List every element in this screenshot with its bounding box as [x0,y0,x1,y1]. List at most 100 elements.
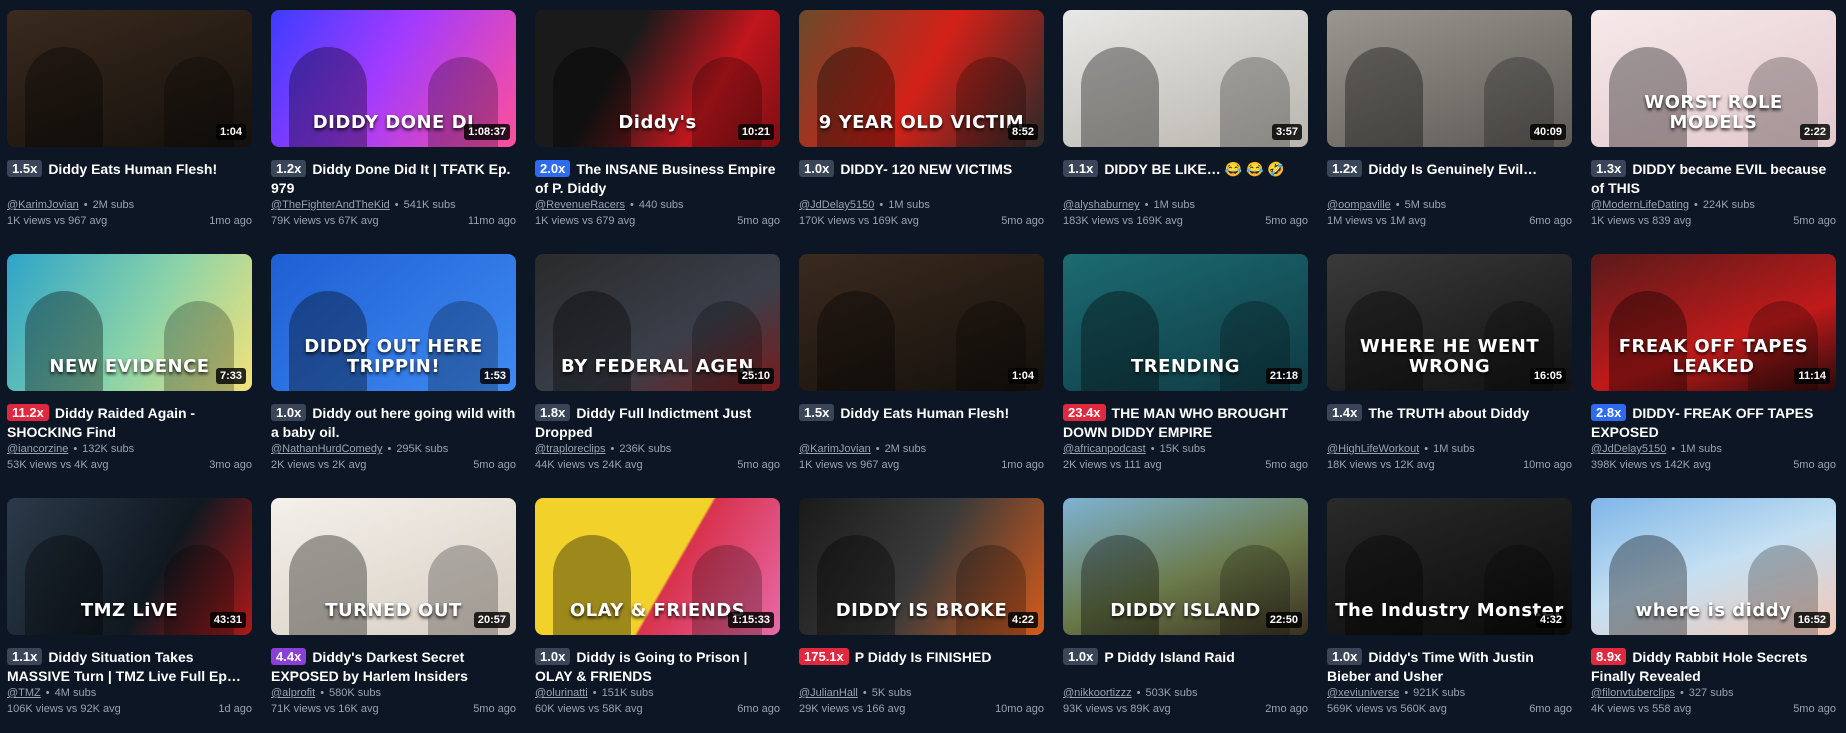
channel-link[interactable]: @xeviuniverse [1327,687,1399,699]
channel-link[interactable]: @filonvtuberclips [1591,687,1675,699]
video-title-row[interactable]: 1.8x Diddy Full Indictment Just Dropped [535,404,780,442]
video-card[interactable]: 1:04 1.5x Diddy Eats Human Flesh! @KarimJ… [7,10,252,236]
video-title[interactable]: DIDDY became EVIL because of THIS [1591,161,1826,196]
video-title-row[interactable]: 1.4x The TRUTH about Diddy [1327,404,1572,442]
channel-link[interactable]: @JdDelay5150 [1591,443,1666,455]
channel-link[interactable]: @TheFighterAndTheKid [271,199,390,211]
channel-link[interactable]: @TMZ [7,687,41,699]
channel-line: @ModernLifeDating • 224K subs [1591,198,1836,213]
video-card[interactable]: DIDDY DONE DI 1:08:37 1.2x Diddy Done Did… [271,10,516,236]
video-card[interactable]: BY FEDERAL AGEN 25:10 1.8x Diddy Full Ind… [535,254,780,480]
video-title[interactable]: Diddy Is Genuinely Evil… [1368,161,1537,177]
video-title-row[interactable]: 1.2x Diddy Done Did It | TFATK Ep. 979 [271,160,516,198]
channel-link[interactable]: @HighLifeWorkout [1327,443,1419,455]
video-thumbnail[interactable]: OLAY & FRIENDS 1:15:33 [535,498,780,635]
video-thumbnail[interactable]: 1:04 [799,254,1044,391]
channel-link[interactable]: @oompaville [1327,199,1391,211]
video-title-row[interactable]: 4.4x Diddy's Darkest Secret EXPOSED by Ha… [271,648,516,686]
video-card[interactable]: DIDDY ISLAND 22:50 1.0x P Diddy Island Ra… [1063,498,1308,724]
channel-link[interactable]: @alyshaburney [1063,199,1140,211]
channel-link[interactable]: @traploreclips [535,443,605,455]
video-title[interactable]: DIDDY- 120 NEW VICTIMS [840,161,1012,177]
video-thumbnail[interactable]: FREAK OFF TAPES LEAKED 11:14 [1591,254,1836,391]
video-title-row[interactable]: 1.0x Diddy's Time With Justin Bieber and … [1327,648,1572,686]
channel-link[interactable]: @NathanHurdComedy [271,443,382,455]
video-title[interactable]: P Diddy Is FINISHED [855,649,992,665]
video-thumbnail[interactable]: Diddy's 10:21 [535,10,780,147]
video-thumbnail[interactable]: The Industry Monster 4:32 [1327,498,1572,635]
video-thumbnail[interactable]: DIDDY IS BROKE 4:22 [799,498,1044,635]
video-title-row[interactable]: 1.5x Diddy Eats Human Flesh! [799,404,1044,442]
video-title[interactable]: Diddy Done Did It | TFATK Ep. 979 [271,161,510,196]
video-card[interactable]: 1:04 1.5x Diddy Eats Human Flesh! @KarimJ… [799,254,1044,480]
video-card[interactable]: TRENDING 21:18 23.4x THE MAN WHO BROUGHT … [1063,254,1308,480]
channel-link[interactable]: @JulianHall [799,687,858,699]
channel-line: @alyshaburney • 1M subs [1063,198,1308,213]
video-thumbnail[interactable]: BY FEDERAL AGEN 25:10 [535,254,780,391]
channel-link[interactable]: @iancorzine [7,443,68,455]
video-thumbnail[interactable]: DIDDY ISLAND 22:50 [1063,498,1308,635]
video-title-row[interactable]: 23.4x THE MAN WHO BROUGHT DOWN DIDDY EMPI… [1063,404,1308,442]
video-title[interactable]: The TRUTH about Diddy [1368,405,1529,421]
video-title-row[interactable]: 1.5x Diddy Eats Human Flesh! [7,160,252,198]
channel-link[interactable]: @RevenueRacers [535,199,625,211]
video-title-row[interactable]: 8.9x Diddy Rabbit Hole Secrets Finally Re… [1591,648,1836,686]
video-card[interactable]: 9 YEAR OLD VICTIM 8:52 1.0x DIDDY- 120 NE… [799,10,1044,236]
video-card[interactable]: DIDDY OUT HERE TRIPPIN! 1:53 1.0x Diddy o… [271,254,516,480]
video-thumbnail[interactable]: DIDDY DONE DI 1:08:37 [271,10,516,147]
channel-link[interactable]: @nikkoortizzz [1063,687,1132,699]
video-thumbnail[interactable]: DIDDY OUT HERE TRIPPIN! 1:53 [271,254,516,391]
video-thumbnail[interactable]: NEW EVIDENCE 7:33 [7,254,252,391]
video-title-row[interactable]: 1.1x DIDDY BE LIKE… 😂 😂 🤣 [1063,160,1308,198]
video-thumbnail[interactable]: WHERE HE WENT WRONG 16:05 [1327,254,1572,391]
video-title-row[interactable]: 1.1x Diddy Situation Takes MASSIVE Turn |… [7,648,252,686]
video-title-row[interactable]: 1.0x DIDDY- 120 NEW VICTIMS [799,160,1044,198]
channel-link[interactable]: @JdDelay5150 [799,199,874,211]
video-thumbnail[interactable]: WORST ROLE MODELS 2:22 [1591,10,1836,147]
video-title-row[interactable]: 2.0x The INSANE Business Empire of P. Did… [535,160,780,198]
video-card[interactable]: where is diddy 16:52 8.9x Diddy Rabbit Ho… [1591,498,1836,724]
channel-link[interactable]: @alprofit [271,687,315,699]
video-title-row[interactable]: 1.3x DIDDY became EVIL because of THIS [1591,160,1836,198]
channel-link[interactable]: @KarimJovian [799,443,871,455]
subscriber-count: 580K subs [329,687,382,699]
video-title[interactable]: Diddy Situation Takes MASSIVE Turn | TMZ… [7,649,241,684]
video-title[interactable]: Diddy out here going wild with a baby oi… [271,405,515,440]
video-card[interactable]: The Industry Monster 4:32 1.0x Diddy's Ti… [1327,498,1572,724]
video-title[interactable]: Diddy Eats Human Flesh! [840,405,1009,421]
video-thumbnail[interactable]: TURNED OUT 20:57 [271,498,516,635]
video-title-row[interactable]: 1.0x Diddy out here going wild with a bab… [271,404,516,442]
video-title-row[interactable]: 1.0x Diddy is Going to Prison | OLAY & FR… [535,648,780,686]
video-card[interactable]: 3:57 1.1x DIDDY BE LIKE… 😂 😂 🤣 @alyshabur… [1063,10,1308,236]
channel-link[interactable]: @KarimJovian [7,199,79,211]
video-thumbnail[interactable]: TMZ LiVE 43:31 [7,498,252,635]
channel-link[interactable]: @olurinatti [535,687,588,699]
video-card[interactable]: FREAK OFF TAPES LEAKED 11:14 2.8x DIDDY- … [1591,254,1836,480]
video-thumbnail[interactable]: where is diddy 16:52 [1591,498,1836,635]
video-thumbnail[interactable]: 9 YEAR OLD VICTIM 8:52 [799,10,1044,147]
video-thumbnail[interactable]: 40:09 [1327,10,1572,147]
video-title-row[interactable]: 11.2x Diddy Raided Again - SHOCKING Find [7,404,252,442]
video-card[interactable]: TURNED OUT 20:57 4.4x Diddy's Darkest Sec… [271,498,516,724]
video-thumbnail[interactable]: 3:57 [1063,10,1308,147]
video-card[interactable]: WHERE HE WENT WRONG 16:05 1.4x The TRUTH … [1327,254,1572,480]
channel-link[interactable]: @africanpodcast [1063,443,1146,455]
video-thumbnail[interactable]: 1:04 [7,10,252,147]
video-title[interactable]: Diddy Eats Human Flesh! [48,161,217,177]
video-card[interactable]: WORST ROLE MODELS 2:22 1.3x DIDDY became … [1591,10,1836,236]
video-title-row[interactable]: 1.2x Diddy Is Genuinely Evil… [1327,160,1572,198]
video-title[interactable]: P Diddy Island Raid [1104,649,1234,665]
video-card[interactable]: DIDDY IS BROKE 4:22 175.1x P Diddy Is FIN… [799,498,1044,724]
video-title-row[interactable]: 2.8x DIDDY- FREAK OFF TAPES EXPOSED [1591,404,1836,442]
channel-link[interactable]: @ModernLifeDating [1591,199,1689,211]
video-card[interactable]: Diddy's 10:21 2.0x The INSANE Business Em… [535,10,780,236]
video-title[interactable]: DIDDY BE LIKE… 😂 😂 🤣 [1104,161,1284,177]
video-card[interactable]: NEW EVIDENCE 7:33 11.2x Diddy Raided Agai… [7,254,252,480]
video-card[interactable]: 40:09 1.2x Diddy Is Genuinely Evil… @oomp… [1327,10,1572,236]
video-title-row[interactable]: 1.0x P Diddy Island Raid [1063,648,1308,686]
video-thumbnail[interactable]: TRENDING 21:18 [1063,254,1308,391]
video-card[interactable]: OLAY & FRIENDS 1:15:33 1.0x Diddy is Goin… [535,498,780,724]
video-title-row[interactable]: 175.1x P Diddy Is FINISHED [799,648,1044,686]
video-card[interactable]: TMZ LiVE 43:31 1.1x Diddy Situation Takes… [7,498,252,724]
video-title[interactable]: The INSANE Business Empire of P. Diddy [535,161,775,196]
